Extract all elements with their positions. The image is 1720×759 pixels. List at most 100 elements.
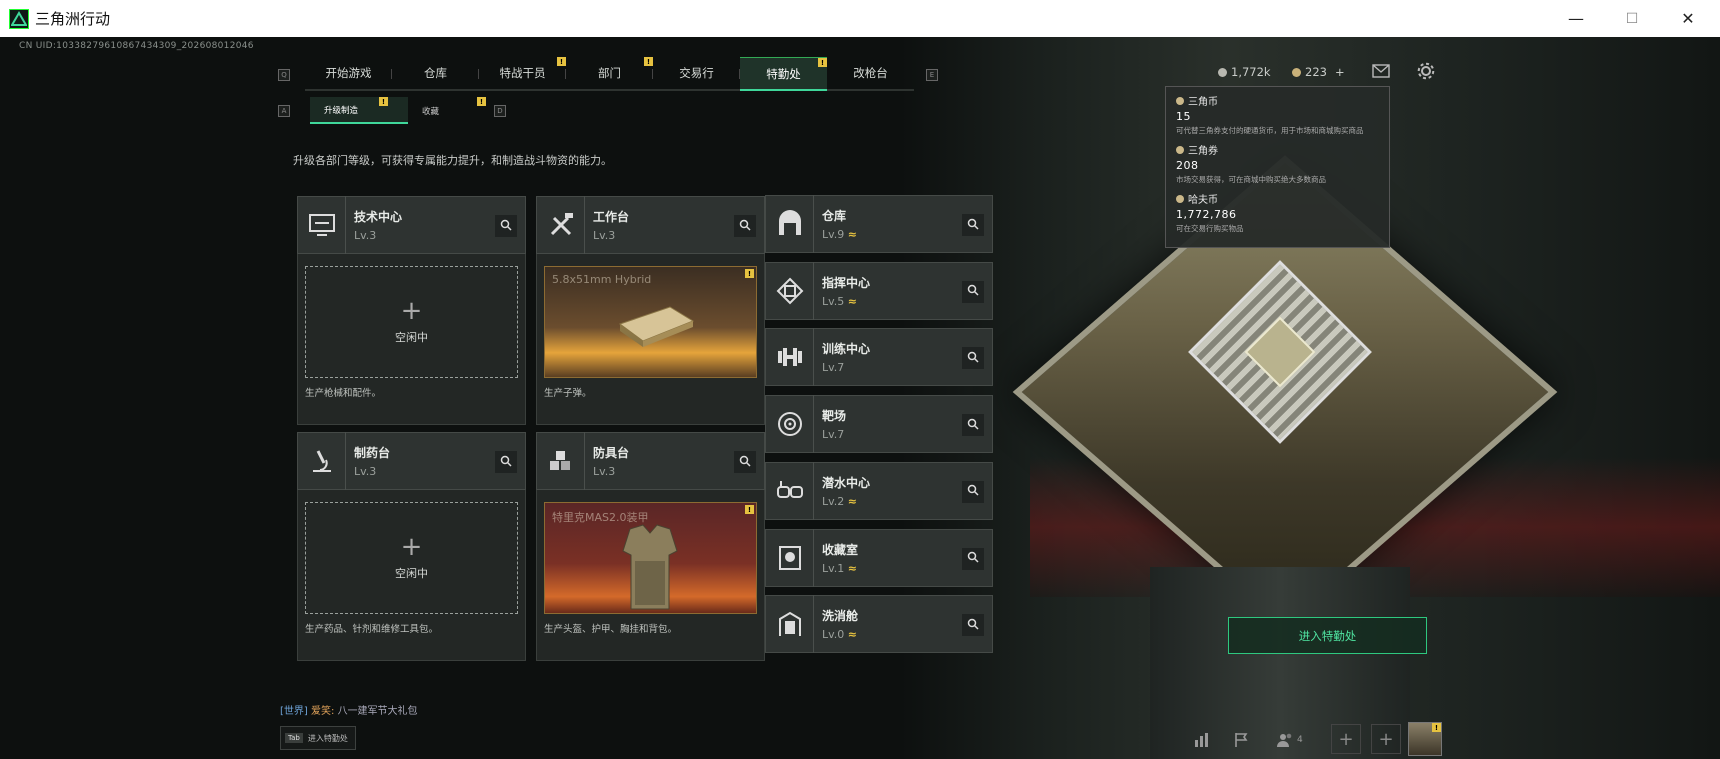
facility-name: 训练中心 [822, 342, 871, 357]
workstation-header[interactable]: 防具台 Lv.3 [536, 432, 765, 490]
inspect-button[interactable] [495, 451, 517, 473]
subtab-1[interactable]: 收藏! [408, 97, 506, 124]
inspect-button[interactable] [962, 214, 984, 236]
tab-4[interactable]: 交易行 [653, 57, 740, 91]
hafu-currency[interactable]: 1,772k [1218, 65, 1271, 79]
tab-0[interactable]: 开始游戏 [305, 57, 392, 91]
subtab-0[interactable]: 升级制造! [310, 97, 408, 124]
facility-card[interactable]: 洗消舱 Lv.0 ≈ [765, 595, 993, 654]
tab-6[interactable]: 改枪台 [827, 57, 914, 91]
settings-gear-icon[interactable] [1417, 62, 1435, 83]
coupon-amount: 223 [1305, 65, 1327, 79]
minimize-button[interactable]: — [1548, 0, 1604, 37]
production-item-slot[interactable]: 特里克MAS2.0装甲 ! [544, 502, 757, 614]
empty-production-slot[interactable]: + 空闲中 [305, 502, 518, 614]
facility-card[interactable]: 仓库 Lv.9 ≈ [765, 195, 993, 253]
tab-hint[interactable]: Tab 进入特勤处 [280, 726, 356, 750]
tab-label: 改枪台 [853, 66, 888, 80]
facility-card[interactable]: 指挥中心 Lv.5 ≈ [765, 261, 993, 320]
plus-icon: + [1378, 728, 1394, 750]
search-icon [967, 484, 979, 499]
facility-card[interactable]: 靶场 Lv.7 [765, 395, 993, 454]
nav-right-key: E [926, 69, 938, 81]
tab-key: Tab [285, 733, 303, 743]
diving-mask-icon [766, 461, 814, 520]
stats-icon[interactable] [1188, 728, 1216, 752]
tab-alert-badge: ! [644, 57, 653, 66]
coupon-currency[interactable]: 223 + [1292, 65, 1345, 79]
empty-production-slot[interactable]: + 空闲中 [305, 266, 518, 378]
mail-icon[interactable] [1372, 64, 1390, 81]
window-titlebar: 三角洲行动 — ☐ ✕ [0, 0, 1720, 37]
maximize-button[interactable]: ☐ [1604, 0, 1660, 37]
flag-icon[interactable] [1228, 728, 1256, 752]
chat-user: 爱笑: [311, 706, 335, 717]
currency-name: 哈夫币 [1188, 195, 1218, 206]
facility-name: 仓库 [822, 209, 847, 223]
facility-card[interactable]: 潜水中心 Lv.2 ≈ [765, 461, 993, 520]
workstation-level: Lv.3 [593, 229, 616, 242]
chat-line[interactable]: [世界] 爱笑: 八一建军节大礼包 [280, 702, 418, 717]
close-icon: ✕ [1681, 9, 1695, 28]
decontamination-icon [766, 595, 814, 654]
workstation-header[interactable]: 工作台 Lv.3 [536, 196, 765, 254]
tab-label: 部门 [598, 66, 621, 80]
tab-5[interactable]: 特勤处! [740, 57, 827, 91]
upgrade-arrow-icon: ≈ [847, 628, 857, 642]
currency-desc: 市场交易获得，可在商城中购买绝大多数商品 [1176, 175, 1326, 184]
search-icon [967, 351, 979, 366]
inspect-button[interactable] [962, 414, 984, 437]
item-name: 5.8x51mm Hybrid [552, 273, 652, 286]
facility-level: Lv.9 ≈ [822, 228, 857, 241]
workstation-description: 生产药品、针剂和维修工具包。 [305, 624, 439, 635]
inspect-button[interactable] [734, 215, 756, 237]
tooltip-currency-row: 三角券 208 市场交易获得，可在商城中购买绝大多数商品 [1176, 142, 1379, 185]
tab-alert-badge: ! [557, 57, 566, 66]
subtab-alert-badge: ! [379, 97, 388, 106]
upgrade-arrow-icon: ≈ [847, 494, 857, 508]
facility-name: 靶场 [822, 409, 847, 424]
facility-card[interactable]: 训练中心 Lv.7 [765, 328, 993, 387]
subtab-label: 升级制造 [324, 105, 359, 116]
add-slot-button-2[interactable]: + [1371, 724, 1401, 754]
maximize-icon: ☐ [1625, 10, 1639, 27]
add-currency-button[interactable]: + [1335, 65, 1345, 79]
tab-label: 开始游戏 [325, 66, 372, 80]
inspect-button[interactable] [962, 480, 984, 503]
close-button[interactable]: ✕ [1660, 0, 1716, 37]
workstation-level: Lv.3 [593, 465, 616, 478]
inspect-button[interactable] [962, 347, 984, 370]
tooltip-currency-row: 三角币 15 可代替三角券支付的硬通货币，用于市场和商城购买商品 [1176, 93, 1379, 136]
inspect-button[interactable] [962, 547, 984, 570]
enter-special-ops-button[interactable]: 进入特勤处 [1228, 617, 1427, 654]
inspect-button[interactable] [734, 451, 756, 473]
workstation-header[interactable]: 技术中心 Lv.3 [297, 196, 526, 254]
search-icon [739, 219, 751, 234]
facility-card[interactable]: 收藏室 Lv.1 ≈ [765, 528, 993, 587]
workstation-name: 工作台 [593, 210, 630, 224]
tab-label: 特勤处 [766, 66, 801, 81]
tab-2[interactable]: 特战干员! [479, 57, 566, 91]
tab-label: 交易行 [679, 66, 714, 80]
friends-button[interactable]: 4 [1276, 728, 1320, 752]
workstation-header[interactable]: 制药台 Lv.3 [297, 432, 526, 490]
tab-1[interactable]: 仓库 [392, 57, 479, 91]
currency-name: 三角币 [1188, 97, 1218, 108]
chat-message: 八一建军节大礼包 [337, 706, 418, 717]
currency-icon [1176, 145, 1184, 154]
currency-icon [1176, 194, 1184, 203]
currency-value: 208 [1176, 159, 1199, 172]
facility-level: Lv.5 ≈ [822, 295, 870, 308]
tab-3[interactable]: 部门! [566, 57, 653, 91]
add-slot-button[interactable]: + [1331, 724, 1361, 754]
facility-level: Lv.0 ≈ [822, 628, 858, 641]
inspect-button[interactable] [962, 614, 984, 637]
currency-name: 三角券 [1188, 146, 1218, 157]
inspect-button[interactable] [962, 280, 984, 303]
plus-icon: + [400, 296, 423, 326]
slot-state: 空闲中 [395, 567, 428, 580]
player-avatar[interactable]: ! [1408, 722, 1442, 756]
chat-channel: [世界] [280, 706, 308, 717]
production-item-slot[interactable]: 5.8x51mm Hybrid ! [544, 266, 757, 378]
inspect-button[interactable] [495, 215, 517, 237]
